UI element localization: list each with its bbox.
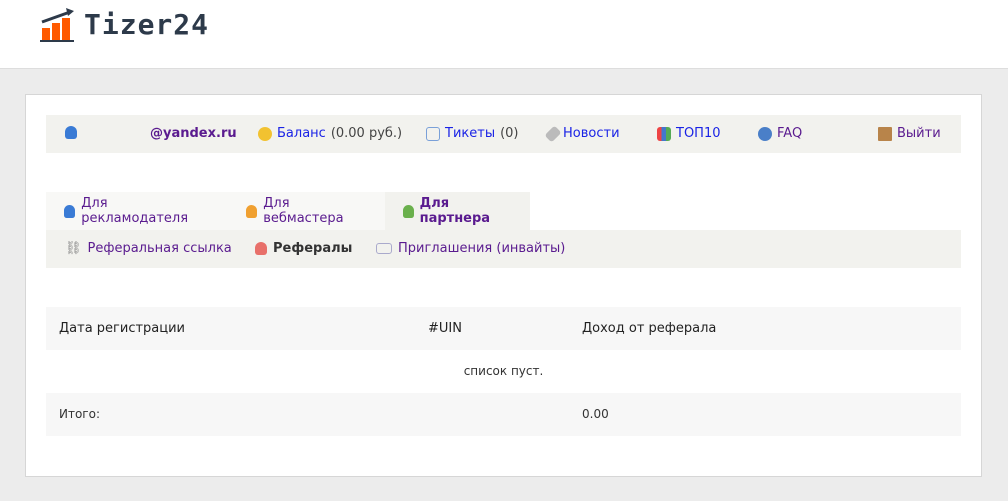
- tab-label: Для партнера: [419, 196, 491, 226]
- tickets-label[interactable]: Тикеты: [445, 126, 495, 141]
- logo[interactable]: Tizer24: [40, 6, 209, 42]
- total-value: 0.00: [582, 407, 609, 421]
- top-nav: @yandex.ru Баланс (0.00 руб.) Тикеты (0) Н…: [46, 115, 961, 153]
- empty-message: список пуст.: [463, 364, 544, 378]
- subnav-referrals[interactable]: Рефералы: [255, 241, 352, 256]
- partner-icon: [403, 204, 414, 218]
- coins-icon: [258, 126, 272, 141]
- balance-link[interactable]: Баланс (0.00 руб.): [258, 126, 402, 141]
- subnav-label: Приглашения (инвайты): [398, 241, 566, 256]
- logout-link[interactable]: Выйти: [878, 126, 941, 141]
- link-icon: ⛓: [65, 241, 82, 256]
- subnav-referral-link[interactable]: ⛓ Реферальная ссылка: [65, 241, 232, 256]
- user-email-link[interactable]: @yandex.ru: [150, 126, 237, 141]
- news-link[interactable]: Новости: [544, 125, 620, 142]
- logo-chart-icon: [40, 8, 74, 42]
- table-row-total: Итого: 0.00: [46, 393, 961, 436]
- table-header: Дата регистрации #UIN Доход от реферала: [46, 307, 961, 350]
- referral-user-icon: [255, 242, 267, 255]
- bar-chart-icon: [657, 126, 671, 141]
- user-icon: [65, 126, 77, 139]
- tickets-count: (0): [500, 126, 519, 141]
- balance-label[interactable]: Баланс: [277, 126, 326, 141]
- col-header-date: Дата регистрации: [59, 321, 186, 336]
- webmaster-icon: [246, 204, 258, 218]
- top10-link[interactable]: ТОП10: [657, 126, 721, 141]
- subnav-invites[interactable]: Приглашения (инвайты): [376, 241, 565, 256]
- info-icon: [758, 126, 772, 141]
- logout-label[interactable]: Выйти: [897, 126, 941, 141]
- tickets-link[interactable]: Тикеты (0): [426, 126, 519, 141]
- top10-label[interactable]: ТОП10: [676, 126, 721, 141]
- news-label[interactable]: Новости: [563, 126, 620, 141]
- tab-webmaster[interactable]: Для вебмастера: [228, 192, 385, 230]
- advertiser-icon: [64, 204, 76, 218]
- chat-icon: [426, 126, 440, 141]
- col-header-income: Доход от реферала: [582, 321, 717, 336]
- tab-label: Для вебмастера: [263, 196, 344, 226]
- total-label: Итого:: [59, 407, 100, 421]
- table-row-empty: список пуст.: [46, 350, 961, 393]
- partner-subnav: ⛓ Реферальная ссылка Рефералы Приглашения…: [46, 230, 961, 268]
- col-header-uin: #UIN: [428, 321, 462, 336]
- logo-text: Tizer24: [84, 7, 210, 41]
- id-card-icon: [376, 243, 392, 254]
- news-icon: [544, 125, 562, 142]
- exit-door-icon: [878, 126, 892, 141]
- subnav-label: Реферальная ссылка: [87, 241, 232, 256]
- faq-label[interactable]: FAQ: [777, 126, 802, 141]
- faq-link[interactable]: FAQ: [758, 126, 802, 141]
- tab-advertiser[interactable]: Для рекламодателя: [46, 192, 228, 230]
- header: Tizer24: [0, 0, 1008, 69]
- referrals-table: Дата регистрации #UIN Доход от реферала …: [46, 307, 961, 436]
- tab-label: Для рекламодателя: [81, 196, 189, 226]
- balance-value: (0.00 руб.): [330, 126, 403, 141]
- role-tabs: Для рекламодателя Для вебмастера Для пар…: [46, 192, 961, 230]
- content-panel: @yandex.ru Баланс (0.00 руб.) Тикеты (0) Н…: [25, 94, 982, 477]
- tab-partner[interactable]: Для партнера: [385, 192, 530, 230]
- subnav-label: Рефералы: [273, 241, 353, 256]
